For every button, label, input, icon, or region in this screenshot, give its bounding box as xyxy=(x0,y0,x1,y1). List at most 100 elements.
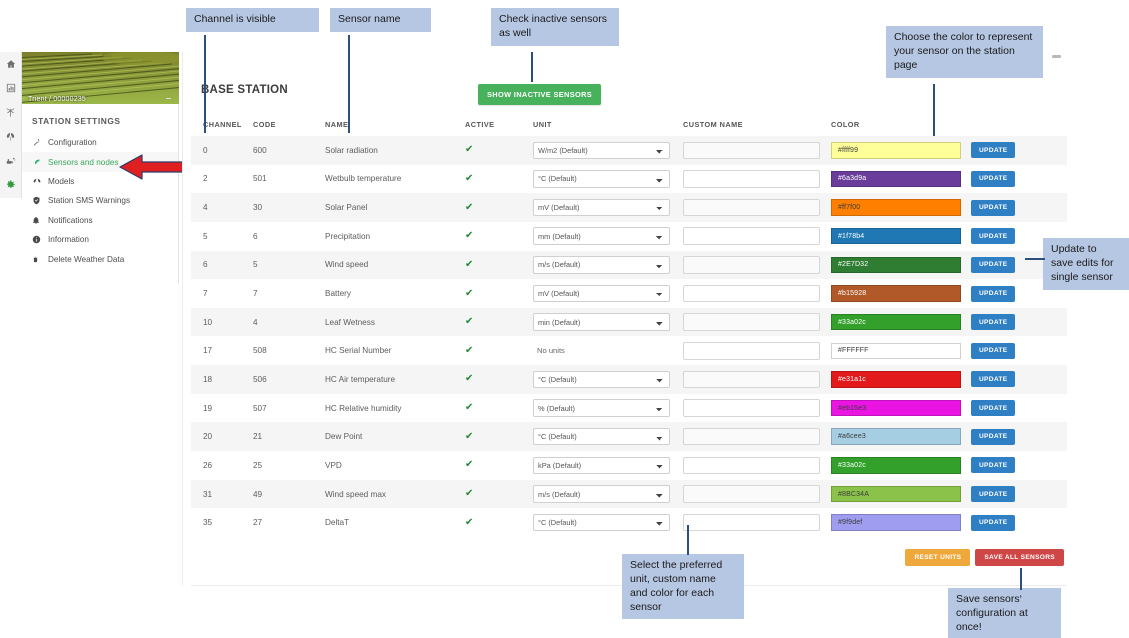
custom-name-input[interactable] xyxy=(683,485,820,503)
irrigation-icon[interactable] xyxy=(0,148,22,172)
color-swatch[interactable]: #6a3d9a xyxy=(831,170,961,188)
custom-name-input[interactable] xyxy=(683,370,820,389)
update-button[interactable]: UPDATE xyxy=(971,199,1016,216)
table-row: 26 25 VPD ✔ kPa (Default) #33a02c UPDATE xyxy=(191,451,1067,480)
callout-choose-color: Choose the color to represent your senso… xyxy=(886,26,1043,78)
sidebar-item-configuration[interactable]: Configuration xyxy=(22,133,178,152)
color-swatch[interactable]: #8BC34A xyxy=(831,485,961,503)
color-swatch[interactable]: #ff7f00 xyxy=(831,199,961,216)
custom-name-input[interactable] xyxy=(683,256,820,274)
collapse-handle[interactable] xyxy=(1052,55,1061,58)
update-button[interactable]: UPDATE xyxy=(971,428,1016,445)
cell-code: 5 xyxy=(253,260,258,270)
unit-select[interactable]: kPa (Default) xyxy=(533,456,670,475)
gear-icon[interactable] xyxy=(0,172,22,196)
custom-name-input[interactable] xyxy=(683,427,820,446)
color-swatch[interactable]: #9f9def xyxy=(831,514,961,531)
color-swatch[interactable]: #b15928 xyxy=(831,285,961,302)
custom-name-input[interactable] xyxy=(683,227,820,245)
custom-name-input[interactable] xyxy=(683,170,820,188)
custom-name-input[interactable] xyxy=(683,513,820,532)
unit-select[interactable]: % (Default) xyxy=(533,399,670,417)
color-swatch[interactable]: #eb15e3 xyxy=(831,399,961,417)
cell-active: ✔ xyxy=(465,288,533,299)
check-icon: ✔ xyxy=(465,258,474,270)
unit-select[interactable]: mm (Default) xyxy=(533,227,670,245)
table-row: 5 6 Precipitation ✔ mm (Default) #1f78b4 UPDAT… xyxy=(191,222,1067,251)
color-swatch[interactable]: #2E7D32 xyxy=(831,256,961,274)
show-inactive-sensors-button[interactable]: SHOW INACTIVE SENSORS xyxy=(478,84,602,105)
custom-name-input[interactable] xyxy=(683,456,820,475)
unit-select[interactable]: °C (Default) xyxy=(533,170,670,188)
update-button[interactable]: UPDATE xyxy=(971,142,1016,159)
custom-name-input[interactable] xyxy=(683,313,820,331)
update-button[interactable]: UPDATE xyxy=(971,170,1016,187)
dashboard-icon[interactable] xyxy=(0,76,22,100)
station-thumbnail[interactable]: Trient / 00000235 xyxy=(22,52,179,104)
update-button[interactable]: UPDATE xyxy=(971,371,1016,388)
reset-units-button[interactable]: RESET UNITS xyxy=(905,549,971,566)
cell-actions: UPDATE xyxy=(971,314,1061,331)
unit-select[interactable]: mV (Default) xyxy=(533,284,670,303)
main-panel: BASE STATION SHOW INACTIVE SENSORS CHANN… xyxy=(182,52,1074,586)
update-button[interactable]: UPDATE xyxy=(971,457,1016,474)
unit-select[interactable]: mV (Default) xyxy=(533,198,670,217)
custom-name-input[interactable] xyxy=(683,342,820,360)
cell-active: ✔ xyxy=(465,202,533,213)
unit-select[interactable]: °C (Default) xyxy=(533,513,670,532)
cell-color: #2E7D32 xyxy=(831,256,971,274)
weather-station-icon[interactable] xyxy=(0,100,22,124)
color-swatch[interactable]: #33a02c xyxy=(831,457,961,474)
cell-active: ✔ xyxy=(465,345,533,356)
update-button[interactable]: UPDATE xyxy=(971,400,1016,417)
unit-select[interactable]: W/m2 (Default) xyxy=(533,141,670,160)
cell-color: #9f9def xyxy=(831,514,971,531)
table-row: 17 508 HC Serial Number ✔ No units #FFFFFF UPD… xyxy=(191,336,1067,365)
update-button[interactable]: UPDATE xyxy=(971,314,1016,331)
color-swatch[interactable]: #e31a1c xyxy=(831,371,961,388)
column-header-code: CODE xyxy=(253,119,276,129)
color-swatch[interactable]: #ffff99 xyxy=(831,142,961,159)
cell-custom-name xyxy=(683,370,831,389)
update-button[interactable]: UPDATE xyxy=(971,285,1016,302)
color-swatch[interactable]: #1f78b4 xyxy=(831,227,961,245)
unit-select[interactable]: m/s (Default) xyxy=(533,485,670,503)
unit-select[interactable]: min (Default) xyxy=(533,313,670,331)
column-header-channel: CHANNEL xyxy=(203,119,242,129)
cell-color: #6a3d9a xyxy=(831,170,971,188)
icon-rail xyxy=(0,52,22,198)
check-icon: ✔ xyxy=(465,144,474,156)
sidebar-item-information[interactable]: Information xyxy=(22,230,178,249)
save-all-sensors-button[interactable]: SAVE ALL SENSORS xyxy=(975,549,1064,566)
custom-name-input[interactable] xyxy=(683,141,820,160)
color-swatch[interactable]: #a6cee3 xyxy=(831,428,961,445)
update-button[interactable]: UPDATE xyxy=(971,514,1016,531)
update-button[interactable]: UPDATE xyxy=(971,486,1016,502)
custom-name-input[interactable] xyxy=(683,198,820,217)
unit-select[interactable]: °C (Default) xyxy=(533,427,670,446)
sidebar-item-notifications[interactable]: Notifications xyxy=(22,211,178,230)
home-icon[interactable] xyxy=(0,52,22,76)
cell-channel: 35 xyxy=(203,518,213,528)
update-button[interactable]: UPDATE xyxy=(971,342,1016,359)
sidebar-item-delete-weather-data[interactable]: Delete Weather Data xyxy=(22,249,178,268)
leaf-icon[interactable] xyxy=(0,124,22,148)
custom-name-input[interactable] xyxy=(683,399,820,417)
leader-choose-color xyxy=(933,84,935,136)
color-swatch[interactable]: #FFFFFF xyxy=(831,342,961,360)
custom-name-input[interactable] xyxy=(683,284,820,303)
cell-channel: 18 xyxy=(203,374,213,384)
cell-channel: 17 xyxy=(203,346,213,356)
wrench-icon xyxy=(32,138,48,147)
check-icon: ✔ xyxy=(465,373,474,385)
sidebar-item-station-sms-warnings[interactable]: Station SMS Warnings xyxy=(22,191,178,210)
color-swatch[interactable]: #33a02c xyxy=(831,313,961,331)
unit-select[interactable]: °C (Default) xyxy=(533,370,670,389)
update-button[interactable]: UPDATE xyxy=(971,256,1016,273)
cell-unit: mm (Default) xyxy=(533,227,683,245)
unit-select[interactable]: m/s (Default) xyxy=(533,256,670,274)
update-button[interactable]: UPDATE xyxy=(971,228,1016,245)
column-header-unit: UNIT xyxy=(533,119,552,129)
cell-active: ✔ xyxy=(465,173,533,184)
cell-active: ✔ xyxy=(465,374,533,384)
